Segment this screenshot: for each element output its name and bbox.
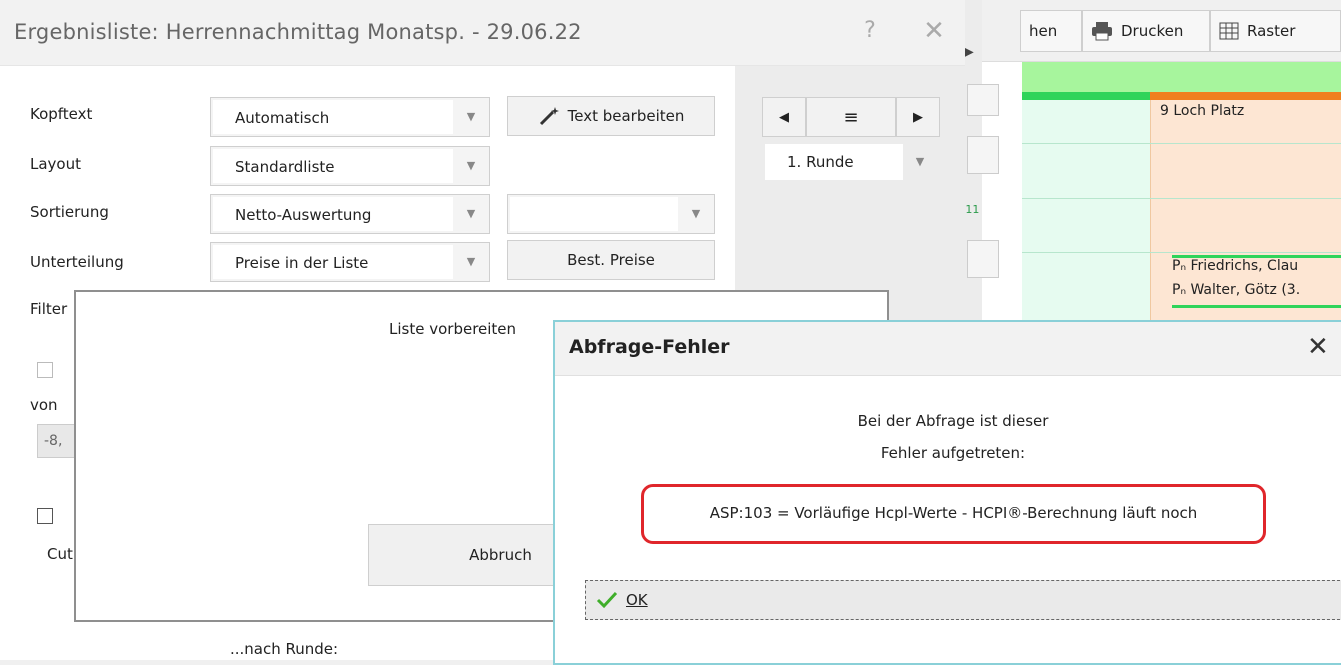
kopftext-label: Kopftext <box>30 105 93 123</box>
chevron-down-icon: ▼ <box>466 255 476 268</box>
grid-icon <box>1219 22 1239 40</box>
triangle-right-icon: ▶ <box>913 109 923 125</box>
layout-value: Standardliste <box>213 149 453 183</box>
round-menu-button[interactable]: ≡ <box>806 97 896 137</box>
chevron-down-icon: ▼ <box>915 155 925 168</box>
sortierung-select[interactable]: Netto-Auswertung ▼ <box>210 194 490 234</box>
cut-label: Cut <box>47 545 73 563</box>
orange-accent-bar <box>1150 92 1341 100</box>
round-select[interactable]: 1. Runde ▼ <box>765 144 937 180</box>
green-accent-bar <box>1022 92 1150 100</box>
unterteilung-select[interactable]: Preise in der Liste ▼ <box>210 242 490 282</box>
error-titlebar: Abfrage-Fehler ✕ <box>555 322 1341 376</box>
strip-button[interactable] <box>967 136 999 174</box>
sortierung-secondary-select[interactable]: ▼ <box>507 194 715 234</box>
entry-accent <box>1172 305 1341 308</box>
unterteilung-value: Preise in der Liste <box>213 245 453 279</box>
grid-label: Raster <box>1247 22 1296 40</box>
error-detail-box: ASP:103 = Vorläufige Hcpl-Werte - HCPI®-… <box>641 484 1266 544</box>
checkmark-icon <box>596 591 618 609</box>
sortierung-secondary-value <box>510 197 678 231</box>
kopftext-value: Automatisch <box>213 100 453 134</box>
pencil-icon <box>539 107 559 126</box>
round-select-value: 1. Runde <box>765 144 903 180</box>
layout-label: Layout <box>30 155 81 173</box>
filter-label: Filter <box>30 300 68 318</box>
toolbar-partial-button[interactable]: hen <box>1020 10 1082 52</box>
hamburger-icon: ≡ <box>843 106 859 128</box>
print-button[interactable]: Drucken <box>1082 10 1210 52</box>
ok-label: OK <box>626 591 648 609</box>
triangle-left-icon: ◀ <box>779 109 789 125</box>
von-input[interactable]: -8, <box>37 424 77 458</box>
unterteilung-label: Unterteilung <box>30 253 124 271</box>
next-round-button[interactable]: ▶ <box>896 97 940 137</box>
printer-icon <box>1092 22 1112 41</box>
chevron-down-icon: ▼ <box>466 207 476 220</box>
strip-button[interactable] <box>967 240 999 278</box>
dialog-title: Ergebnisliste: Herrennachmittag Monatsp.… <box>14 20 582 44</box>
error-message-line2: Fehler aufgetreten: <box>880 444 1026 462</box>
print-label: Drucken <box>1121 22 1184 40</box>
prev-round-button[interactable]: ◀ <box>762 97 806 137</box>
background-toolbar: hen Drucken Raster <box>965 0 1341 62</box>
kopftext-select[interactable]: Automatisch ▼ <box>210 97 490 137</box>
ok-button[interactable]: OK <box>585 580 1341 620</box>
close-icon[interactable]: ✕ <box>918 16 950 48</box>
best-prices-label: Best. Preise <box>567 251 655 269</box>
grid-line <box>1022 198 1341 199</box>
chevron-down-icon: ▼ <box>691 207 701 220</box>
layout-select[interactable]: Standardliste ▼ <box>210 146 490 186</box>
query-error-dialog: Abfrage-Fehler ✕ Bei der Abfrage ist die… <box>553 320 1341 665</box>
cut-checkbox[interactable] <box>37 508 53 524</box>
von-label: von <box>30 396 58 414</box>
sortierung-value: Netto-Auswertung <box>213 197 453 231</box>
chevron-down-icon: ▼ <box>466 159 476 172</box>
cancel-label: Abbruch <box>469 546 532 564</box>
toolbar-partial-label: hen <box>1029 22 1058 40</box>
dialog-titlebar: Ergebnisliste: Herrennachmittag Monatsp.… <box>0 0 965 66</box>
sortierung-label: Sortierung <box>30 203 109 221</box>
grid-entry[interactable]: Pₙ Walter, Götz (3. <box>1172 282 1300 298</box>
best-prices-button[interactable]: Best. Preise <box>507 240 715 280</box>
error-title: Abfrage-Fehler <box>569 336 730 358</box>
grid-line <box>1022 143 1341 144</box>
edit-text-button[interactable]: Text bearbeiten <box>507 96 715 136</box>
option-checkbox[interactable] <box>37 362 53 378</box>
grid-button[interactable]: Raster <box>1210 10 1341 52</box>
strip-button[interactable] <box>967 84 999 116</box>
error-message-line1: Bei der Abfrage ist dieser <box>857 412 1049 430</box>
prepare-list-title: Liste vorbereiten <box>389 320 517 338</box>
chevron-down-icon: ▼ <box>466 110 476 123</box>
grid-line <box>1022 252 1341 253</box>
edit-text-label: Text bearbeiten <box>567 107 685 125</box>
close-icon[interactable]: ✕ <box>1307 332 1329 362</box>
grid-entry[interactable]: Pₙ Friedrichs, Clau <box>1172 258 1298 274</box>
help-button[interactable]: ? <box>855 18 885 48</box>
green-header-row <box>1022 62 1341 92</box>
after-round-label: ...nach Runde: <box>230 640 339 658</box>
column-header: 9 Loch Platz <box>1160 103 1245 119</box>
